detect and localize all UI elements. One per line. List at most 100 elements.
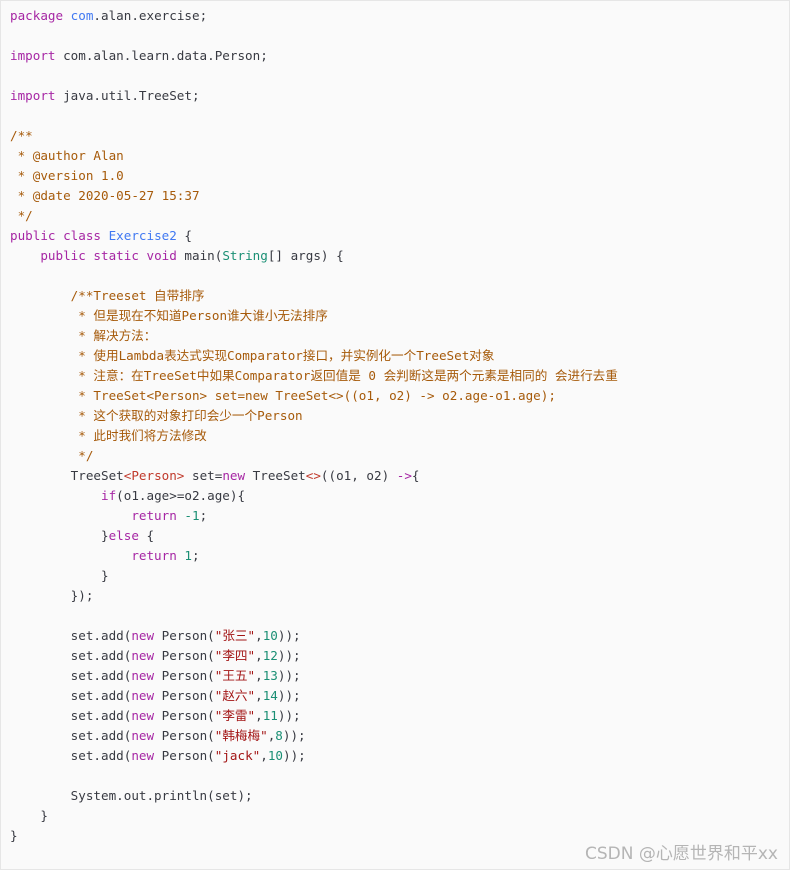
code-line: return -1;	[10, 506, 618, 526]
code-token: set.add(	[10, 628, 132, 643]
code-token: class	[63, 228, 109, 243]
code-token: java.util.TreeSet;	[63, 88, 200, 103]
code-token: "jack"	[214, 748, 261, 763]
code-token: ((o1, o2)	[320, 468, 397, 483]
code-token: "王五"	[214, 668, 256, 683]
code-token: TreeSet	[10, 468, 124, 483]
code-token: Person(	[161, 748, 215, 763]
code-token: "韩梅梅"	[214, 728, 268, 743]
code-token: Person(	[161, 648, 215, 663]
code-token: 10	[262, 628, 278, 643]
code-token: new	[131, 728, 162, 743]
code-token: ;	[199, 508, 208, 523]
code-line: set.add(new Person("韩梅梅",8));	[10, 726, 618, 746]
code-token: Person(	[161, 668, 215, 683]
code-token: System.out.println(set);	[10, 788, 253, 803]
code-line: * @author Alan	[10, 146, 618, 166]
code-token: if	[10, 488, 117, 503]
code-token: ,	[255, 668, 263, 683]
code-line: * TreeSet<Person> set=new TreeSet<>((o1,…	[10, 386, 618, 406]
code-token: "李雷"	[214, 708, 256, 723]
code-line: * 使用Lambda表达式实现Comparator接口，并实例化一个TreeSe…	[10, 346, 618, 366]
code-token: * 使用Lambda表达式实现Comparator接口，并实例化一个TreeSe…	[10, 348, 495, 363]
code-token: ));	[277, 628, 301, 643]
code-token: ,	[255, 648, 263, 663]
code-line: public static void main(String[] args) {	[10, 246, 618, 266]
code-token: * 注意：在TreeSet中如果Comparator返回值是 0 会判断这是两个…	[10, 368, 618, 383]
code-token: void	[146, 248, 185, 263]
code-token: {	[146, 528, 155, 543]
code-token: main(	[184, 248, 223, 263]
code-line: set.add(new Person("jack",10));	[10, 746, 618, 766]
code-line: if(o1.age>=o2.age){	[10, 486, 618, 506]
code-token: }	[10, 528, 109, 543]
code-token: [] args) {	[267, 248, 344, 263]
code-token: set=	[184, 468, 223, 483]
code-token: {	[176, 228, 192, 243]
code-line: public class Exercise2 {	[10, 226, 618, 246]
code-token: ));	[277, 708, 301, 723]
code-token: new	[131, 628, 162, 643]
code-token: 12	[262, 648, 278, 663]
code-token: ,	[260, 748, 268, 763]
code-token: 1	[184, 548, 192, 563]
code-token: * @date 2020-05-27 15:37	[10, 188, 200, 203]
code-line: set.add(new Person("赵六",14));	[10, 686, 618, 706]
code-line: import com.alan.learn.data.Person;	[10, 46, 618, 66]
code-token: * 解决方法：	[10, 328, 157, 343]
code-line: */	[10, 206, 618, 226]
code-line: }	[10, 806, 618, 826]
code-token: Exercise2	[108, 228, 177, 243]
code-token: public	[10, 248, 94, 263]
code-token: ->	[396, 468, 412, 483]
code-token: 11	[262, 708, 278, 723]
code-token: new	[222, 468, 253, 483]
code-token: public	[10, 228, 64, 243]
code-block: package com.alan.exercise; import com.ala…	[0, 0, 790, 870]
code-line: /**Treeset 自带排序	[10, 286, 618, 306]
code-token: static	[93, 248, 147, 263]
code-token: ,	[255, 628, 263, 643]
code-token: * 这个获取的对象打印会少一个Person	[10, 408, 303, 423]
code-token: com	[70, 8, 94, 23]
code-token: new	[131, 708, 162, 723]
code-token: ));	[283, 748, 306, 763]
code-line: set.add(new Person("李四",12));	[10, 646, 618, 666]
code-token: .alan.exercise;	[93, 8, 208, 23]
code-token: 8	[275, 728, 283, 743]
code-token: com.alan.learn.data.Person;	[63, 48, 268, 63]
code-token: ,	[255, 708, 263, 723]
code-line: package com.alan.exercise;	[10, 6, 618, 26]
code-token: }	[10, 808, 48, 823]
code-token: ;	[191, 548, 200, 563]
code-line: set.add(new Person("王五",13));	[10, 666, 618, 686]
code-token: * TreeSet<Person> set=new TreeSet<>((o1,…	[10, 388, 556, 403]
code-token: ));	[277, 668, 301, 683]
code-line: }	[10, 826, 618, 846]
code-line: * 解决方法：	[10, 326, 618, 346]
code-token: set.add(	[10, 648, 132, 663]
code-line: * @version 1.0	[10, 166, 618, 186]
code-token: * 但是现在不知道Person谁大谁小无法排序	[10, 308, 328, 323]
code-token: new	[131, 648, 162, 663]
code-line: * @date 2020-05-27 15:37	[10, 186, 618, 206]
code-token: ));	[282, 728, 306, 743]
code-line: */	[10, 446, 618, 466]
code-token: "张三"	[214, 628, 256, 643]
code-token: /**	[10, 128, 33, 143]
code-token: */	[10, 208, 33, 223]
code-token: new	[131, 748, 162, 763]
code-line: * 但是现在不知道Person谁大谁小无法排序	[10, 306, 618, 326]
code-token: TreeSet	[252, 468, 306, 483]
code-token: "李四"	[214, 648, 256, 663]
code-token: Person(	[161, 628, 215, 643]
code-token: set.add(	[10, 688, 132, 703]
code-line: /**	[10, 126, 618, 146]
code-token: return	[10, 508, 185, 523]
code-token: <Person>	[123, 468, 185, 483]
code-token: Person(	[161, 728, 215, 743]
code-token: else	[108, 528, 147, 543]
code-line: TreeSet<Person> set=new TreeSet<>((o1, o…	[10, 466, 618, 486]
